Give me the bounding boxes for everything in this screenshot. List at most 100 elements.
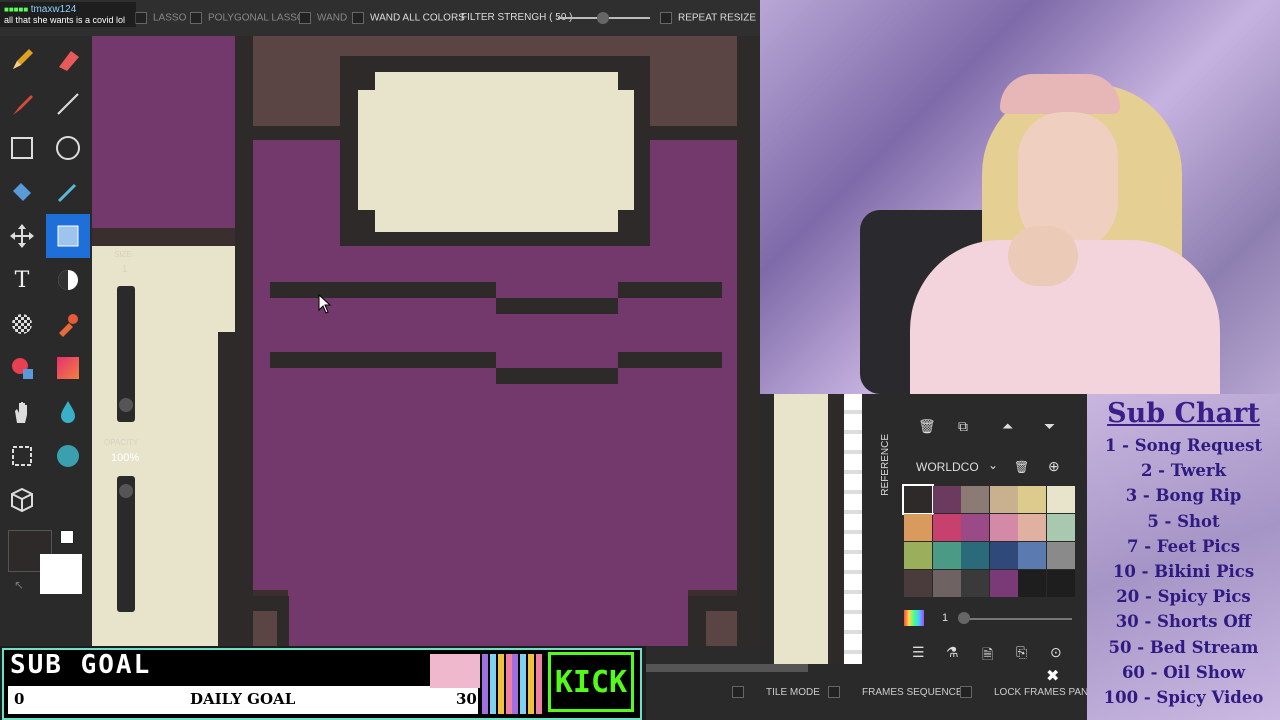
palette-swatch[interactable] xyxy=(932,570,961,597)
goal-label: DAILY GOAL xyxy=(190,690,296,708)
canvas-shape xyxy=(288,590,688,646)
color-wheel-icon[interactable] xyxy=(904,610,924,626)
swap-colors-icon[interactable] xyxy=(60,530,74,544)
dither-icon[interactable] xyxy=(46,258,90,302)
bottom-bar: TILE MODE FRAMES SEQUENCE LOCK FRAMES PA… xyxy=(646,664,1101,720)
chat-username: tmaxw124 xyxy=(30,4,77,15)
palette-swatch[interactable] xyxy=(989,514,1018,541)
palette-swatch[interactable] xyxy=(904,570,932,597)
palette-swatch[interactable] xyxy=(1046,570,1075,597)
goal-current: 0 xyxy=(14,690,25,708)
drop-icon[interactable] xyxy=(46,390,90,434)
palette-swatch[interactable] xyxy=(1018,486,1046,513)
palette-swatch[interactable] xyxy=(961,514,989,541)
palette-swatch[interactable] xyxy=(1018,542,1046,569)
sub-chart-item: 60 - Oil Show xyxy=(1121,662,1246,682)
settings-icon[interactable]: ⊙ xyxy=(1050,644,1062,661)
kick-label: KICK xyxy=(554,664,628,700)
palette-swatch[interactable] xyxy=(1046,542,1075,569)
palette-swatch[interactable] xyxy=(989,542,1018,569)
add-color-icon[interactable]: ⊕ xyxy=(1048,458,1060,475)
layer-slider-knob[interactable] xyxy=(958,612,970,624)
goal-color-bars xyxy=(482,654,542,714)
cube-icon[interactable] xyxy=(0,478,44,522)
close-icon[interactable]: ✖ xyxy=(1046,666,1059,686)
filter-strength-slider-knob[interactable] xyxy=(597,12,609,24)
eraser-icon[interactable] xyxy=(46,38,90,82)
kick-badge: KICK xyxy=(548,652,634,712)
flask-icon[interactable]: ⚗ xyxy=(946,644,959,661)
canvas-shape xyxy=(270,352,496,368)
fill-bucket-icon[interactable] xyxy=(0,170,44,214)
pattern-icon[interactable] xyxy=(0,302,44,346)
circle-icon[interactable] xyxy=(46,126,90,170)
select-rect-icon[interactable] xyxy=(46,214,90,258)
frames-sequence-checkbox[interactable]: FRAMES SEQUENCE xyxy=(828,686,963,698)
polygonal-lasso-option[interactable]: POLYGONAL LASSO xyxy=(190,12,305,24)
canvas-shape xyxy=(270,282,496,298)
gradient-icon[interactable] xyxy=(46,346,90,390)
eyedropper-icon[interactable] xyxy=(46,170,90,214)
palette-swatch[interactable] xyxy=(1046,486,1075,513)
size-slider-knob[interactable] xyxy=(119,398,133,412)
rectangle-icon[interactable] xyxy=(0,126,44,170)
palette-swatch[interactable] xyxy=(989,570,1018,597)
delete-palette-icon[interactable]: 🗑 xyxy=(1014,460,1029,474)
brush-icon[interactable] xyxy=(0,82,44,126)
layer-number: 1 xyxy=(942,612,949,624)
palette-swatch[interactable] xyxy=(961,542,989,569)
palette-swatch[interactable] xyxy=(932,486,961,513)
secondary-color-swatch[interactable] xyxy=(40,554,82,594)
reset-colors-icon[interactable]: ↖ xyxy=(14,578,24,592)
palette-swatch[interactable] xyxy=(904,514,932,541)
palette-swatch[interactable] xyxy=(961,486,989,513)
sub-chart-title: Sub Chart xyxy=(1107,398,1260,429)
palette-name[interactable]: WORLDCO xyxy=(916,460,979,474)
line-icon[interactable] xyxy=(46,82,90,126)
canvas-shape xyxy=(496,298,618,314)
palette-swatch[interactable] xyxy=(1046,514,1075,541)
sub-chart-panel: Sub Chart 1 - Song Request 2 - Twerk 3 - B… xyxy=(1087,394,1280,720)
text-icon[interactable]: T xyxy=(0,258,44,302)
canvas-preview-border xyxy=(828,394,844,664)
pencil-icon[interactable] xyxy=(0,38,44,82)
drawing-canvas[interactable] xyxy=(92,36,760,646)
palette-swatch[interactable] xyxy=(932,542,961,569)
wand-all-colors-checkbox[interactable]: WAND ALL COLORS xyxy=(352,12,465,24)
canvas-shape xyxy=(496,368,618,384)
wand-option[interactable]: WAND xyxy=(299,12,347,24)
move-down-icon[interactable]: ⏷ xyxy=(1044,418,1055,435)
repeat-resize-checkbox[interactable]: REPEAT RESIZE xyxy=(660,12,756,24)
scroll-track[interactable] xyxy=(844,394,862,664)
palette-swatch[interactable] xyxy=(1018,514,1046,541)
move-up-icon[interactable]: ⏶ xyxy=(1002,418,1013,435)
list-icon[interactable]: ☰ xyxy=(912,644,925,661)
trash-icon[interactable]: 🗑 xyxy=(918,418,936,435)
tile-mode-checkbox[interactable]: TILE MODE xyxy=(732,686,820,698)
horizontal-scrollbar[interactable] xyxy=(646,664,808,672)
duplicate-icon[interactable]: ⧉ xyxy=(958,418,968,435)
palette-swatch[interactable] xyxy=(902,484,934,515)
palette-swatch[interactable] xyxy=(904,542,932,569)
chevron-down-icon[interactable]: ⌄ xyxy=(988,458,998,472)
color-replace-icon[interactable] xyxy=(0,346,44,390)
canvas-shape xyxy=(235,36,253,646)
sub-chart-item: 100 - Spicy Video xyxy=(1103,688,1264,708)
layer-slider[interactable] xyxy=(960,618,1072,620)
stamp-icon[interactable] xyxy=(46,302,90,346)
crop-icon[interactable] xyxy=(0,434,44,478)
lock-frames-panel-checkbox[interactable]: LOCK FRAMES PANEL xyxy=(960,686,1101,698)
palette-swatch[interactable] xyxy=(932,514,961,541)
move-icon[interactable] xyxy=(0,214,44,258)
blob-icon[interactable] xyxy=(46,434,90,478)
palette-swatch[interactable] xyxy=(989,486,1018,513)
palette-swatch[interactable] xyxy=(961,570,989,597)
opacity-slider-knob[interactable] xyxy=(119,484,133,498)
reference-tab[interactable]: REFERENCE xyxy=(880,434,891,496)
sub-goal-title: SUB GOAL xyxy=(10,650,152,680)
sub-chart-item: 30 - Shorts Off xyxy=(1115,612,1252,632)
goal-pink-block xyxy=(430,654,480,688)
palette-swatch[interactable] xyxy=(1018,570,1046,597)
copy-file-icon[interactable]: ⎘ xyxy=(1016,644,1027,661)
hand-icon[interactable] xyxy=(0,390,44,434)
